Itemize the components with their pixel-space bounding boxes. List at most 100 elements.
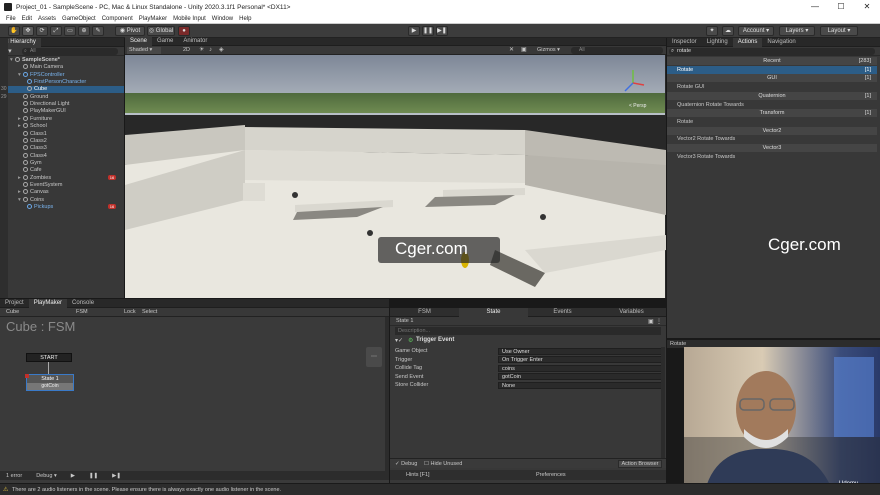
start-node[interactable]: START (26, 353, 72, 362)
actions-search-input[interactable]: ⌕ rotate (669, 48, 875, 55)
tools-icon[interactable]: ✕ (509, 47, 514, 54)
hints-button[interactable]: Hints [F1] (406, 472, 430, 478)
hierarchy-item[interactable]: Class1 (0, 131, 124, 138)
state-name-field[interactable]: State 1 (396, 318, 646, 325)
hierarchy-item[interactable]: ▸ School (0, 123, 124, 130)
hierarchy-item[interactable]: ▸ Zombies 16 (0, 174, 124, 182)
shading-dropdown[interactable]: Shaded ▾ (127, 47, 161, 54)
camera-icon[interactable]: ▣ (521, 47, 527, 54)
action-collapse-icon[interactable]: ▾✓ (395, 337, 403, 344)
state-node-transition[interactable]: gotCoin (27, 383, 73, 390)
layout-dropdown[interactable]: Layout ▾ (820, 26, 858, 36)
fsm-footer-control-2[interactable]: ▶ (71, 473, 75, 479)
hierarchy-item[interactable]: Pickups 16 (0, 204, 124, 211)
hierarchy-item[interactable]: Class2 (0, 138, 124, 145)
hierarchy-item[interactable]: Cube (0, 86, 124, 94)
action-list-item[interactable]: Rotate [1] (667, 65, 877, 74)
fsm-dropdown[interactable]: FSM (76, 309, 112, 316)
status-message[interactable]: There are 2 audio listeners in the scene… (12, 487, 281, 493)
global-toggle[interactable]: ◎ Global (147, 26, 175, 36)
action-category-header[interactable]: Transform [1] (667, 109, 877, 118)
tab-lighting[interactable]: Lighting (702, 38, 733, 47)
record-icon[interactable]: ● (178, 26, 190, 36)
action-category-header[interactable]: Recent [283] (667, 57, 877, 65)
tab-inspector[interactable]: Inspector (667, 38, 702, 47)
action-property-value[interactable]: None (498, 381, 663, 389)
2d-toggle[interactable]: 2D (183, 47, 195, 54)
fsm-object-dropdown[interactable]: Cube (6, 309, 42, 316)
collab-icon[interactable]: ✦ (706, 26, 718, 36)
hierarchy-item[interactable]: Gym (0, 160, 124, 167)
move-tool-button[interactable]: ✥ (22, 26, 34, 36)
audio-icon[interactable]: ♪ (209, 47, 212, 54)
menu-help[interactable]: Help (239, 16, 251, 22)
gizmos-dropdown[interactable]: Gizmos ▾ (537, 47, 567, 54)
debug-toggle[interactable]: ✓ Debug (395, 461, 417, 467)
pause-button[interactable]: ❚❚ (422, 26, 434, 36)
tab-fsm-state[interactable]: State (459, 307, 528, 317)
tab-navigation[interactable]: Navigation (762, 38, 800, 47)
state-menu-icon[interactable]: ⋮ (656, 318, 662, 325)
action-property-value[interactable]: gotCoin (498, 373, 663, 381)
state-description-input[interactable]: Description... (395, 327, 661, 335)
menu-playmaker[interactable]: PlayMaker (139, 16, 167, 22)
action-category-header[interactable]: Vector2 (667, 126, 877, 135)
hierarchy-item[interactable]: EventSystem (0, 182, 124, 189)
tab-animator[interactable]: Animator (178, 37, 212, 46)
action-property-value[interactable]: On Trigger Enter (498, 356, 663, 364)
graph-options-icon[interactable]: ⋯ (366, 347, 382, 367)
cloud-icon[interactable]: ☁ (722, 26, 734, 36)
hierarchy-item[interactable]: ▾ FPSController (0, 72, 124, 79)
step-button[interactable]: ▶❚ (436, 26, 448, 36)
select-button[interactable]: Select (142, 309, 157, 316)
close-button[interactable]: ✕ (854, 0, 880, 14)
hierarchy-item[interactable]: Class3 (0, 145, 124, 152)
scene-viewport[interactable]: < Persp Cger.com (125, 55, 666, 298)
persp-label[interactable]: < Persp (629, 103, 646, 109)
hierarchy-item[interactable]: Class4 (0, 153, 124, 160)
pivot-toggle[interactable]: ◉ Pivot (115, 26, 145, 36)
scale-tool-button[interactable]: ⤢ (50, 26, 62, 36)
scene-search-input[interactable]: All (571, 47, 663, 54)
hierarchy-search-input[interactable]: ⌕ All (22, 48, 118, 55)
hand-tool-button[interactable]: ✋ (8, 26, 20, 36)
menu-window[interactable]: Window (212, 16, 233, 22)
fsm-footer-control-1[interactable]: Debug ▾ (36, 473, 57, 479)
action-list-item[interactable]: Vector2 Rotate Towards (667, 135, 877, 143)
state-settings-icon[interactable]: ▣ (648, 318, 654, 325)
account-dropdown[interactable]: Account ▾ (738, 26, 774, 36)
action-property-value[interactable]: Use Owner (498, 347, 663, 355)
hierarchy-item[interactable]: Cafe (0, 167, 124, 174)
tab-scene[interactable]: Scene (125, 37, 153, 46)
state-node[interactable]: State 1 gotCoin (25, 374, 74, 391)
action-property-value[interactable]: coins (498, 364, 663, 372)
hierarchy-item[interactable]: PlayMakerGUI (0, 108, 124, 115)
preferences-button[interactable]: Preferences (536, 472, 566, 478)
hide-unused-toggle[interactable]: ☐ Hide Unused (424, 461, 462, 467)
lighting-icon[interactable]: ☀ (199, 47, 204, 54)
maximize-button[interactable]: ☐ (828, 0, 854, 14)
action-list-item[interactable]: Quaternion Rotate Towards (667, 101, 877, 109)
lock-toggle[interactable]: Lock (124, 309, 136, 316)
hierarchy-item[interactable]: ▾ SampleScene* (0, 57, 124, 64)
tab-fsm-variables[interactable]: Variables (597, 308, 666, 317)
action-category-header[interactable]: Quaternion [1] (667, 91, 877, 100)
custom-tool-button[interactable]: ✎ (92, 26, 104, 36)
tab-actions[interactable]: Actions (732, 37, 763, 47)
rect-tool-button[interactable]: ▭ (64, 26, 76, 36)
fsm-graph-canvas[interactable]: Cube : FSM START State 1 gotCoin ⋯ (0, 317, 389, 471)
hierarchy-item[interactable]: ▸ Canvas (0, 189, 124, 196)
tab-fsm-events[interactable]: Events (528, 308, 597, 317)
action-category-header[interactable]: Vector3 (667, 144, 877, 152)
action-category-header[interactable]: GUI [1] (667, 74, 877, 83)
tab-game[interactable]: Game (152, 37, 178, 46)
hierarchy-item[interactable]: Main Camera (0, 64, 124, 71)
hierarchy-item[interactable]: FirstPersonCharacter (0, 79, 124, 86)
tab-fsm-fsm[interactable]: FSM (390, 308, 459, 317)
tab-playmaker[interactable]: PlayMaker (28, 298, 68, 308)
hierarchy-item[interactable]: ▸ Furniture (0, 116, 124, 123)
tab-project[interactable]: Project (0, 299, 29, 308)
hierarchy-item[interactable]: ▾ Coins (0, 197, 124, 204)
play-button[interactable]: ▶ (408, 26, 420, 36)
action-list-item[interactable]: Rotate (667, 118, 877, 126)
